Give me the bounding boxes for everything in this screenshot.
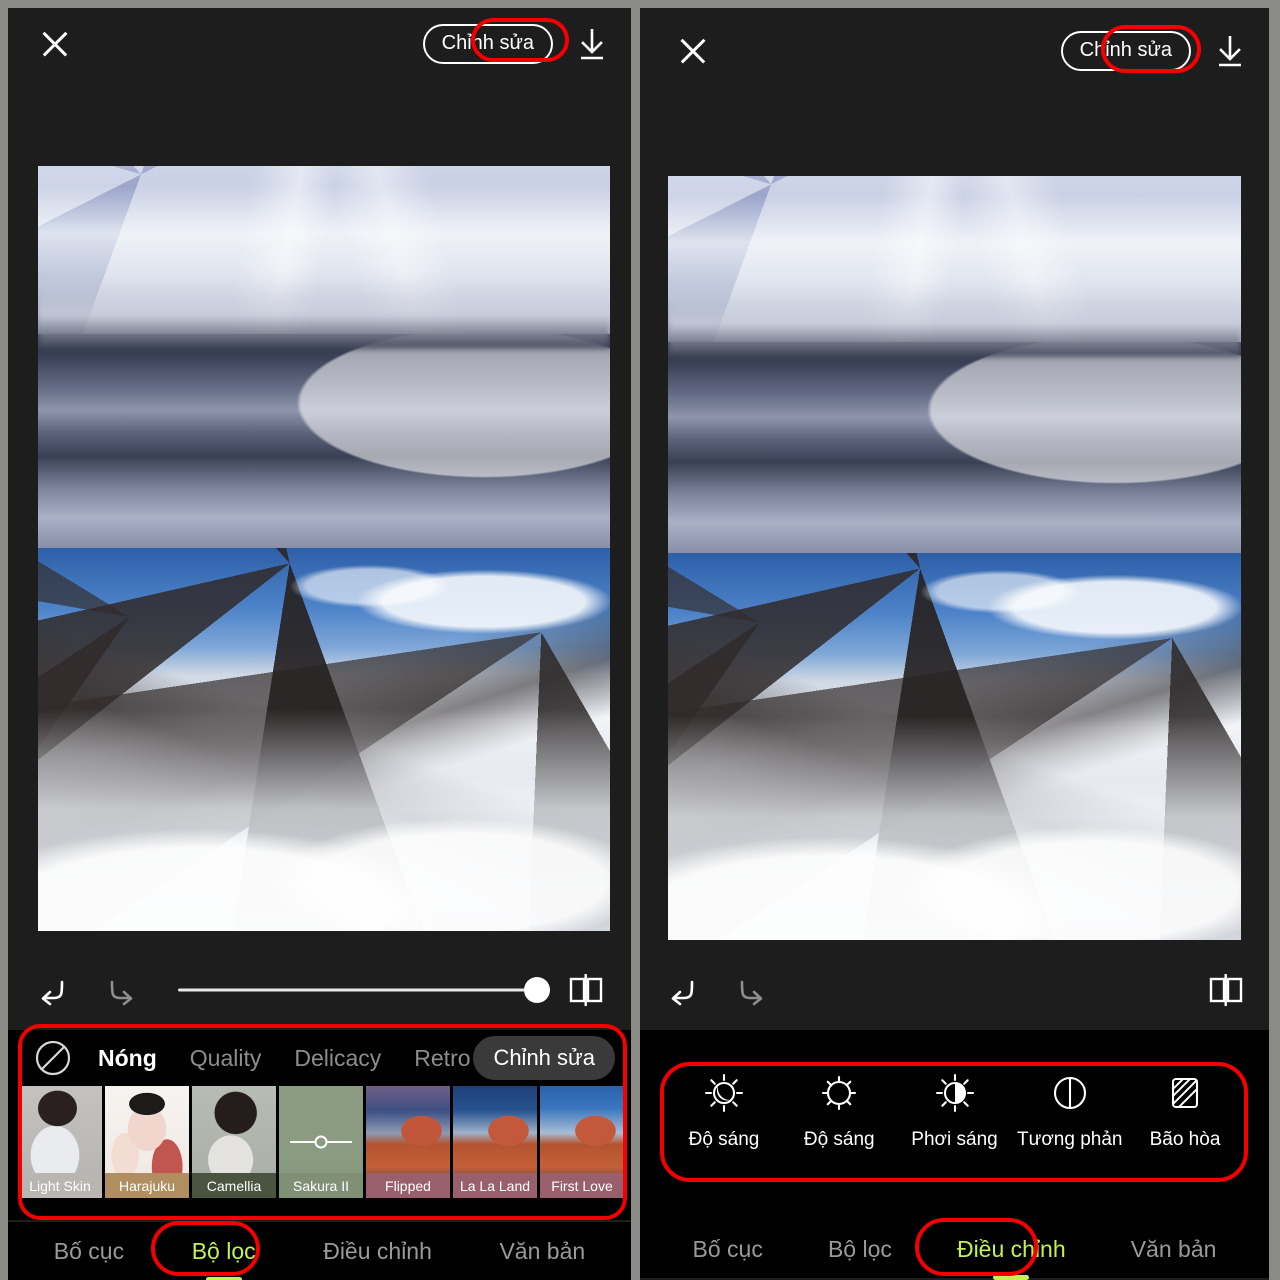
nav-tab-dieu-chinh[interactable]: Điều chỉnh <box>323 1238 432 1265</box>
preview-photo-seascape[interactable] <box>38 166 610 548</box>
saturation-icon <box>1161 1069 1209 1117</box>
nav-tab-bo-cuc[interactable]: Bố cục <box>693 1236 763 1263</box>
filter-category-quality[interactable]: Quality <box>190 1045 262 1072</box>
adjust-label: Tương phản <box>1017 1129 1123 1150</box>
right-preview-stack[interactable] <box>668 176 1241 940</box>
filter-preset-item[interactable]: Harajuku <box>105 1086 189 1198</box>
left-top-bar: Chỉnh sửa <box>8 8 631 80</box>
filter-preset-label: Light Skin <box>18 1173 102 1198</box>
filter-preset-item[interactable]: Camellia <box>192 1086 276 1198</box>
preview-photo-seascape[interactable] <box>668 176 1241 553</box>
nav-active-indicator <box>993 1274 1030 1280</box>
filter-category-row: Nóng Quality Delicacy Retro Film Chỉnh s… <box>8 1030 631 1086</box>
nav-tab-dieu-chinh[interactable]: Điều chỉnh <box>956 1235 1066 1280</box>
no-filter-icon[interactable] <box>34 1039 72 1077</box>
adjust-item-brightness-moon[interactable]: Độ sáng <box>668 1069 780 1151</box>
filter-preset-label: Harajuku <box>105 1173 189 1198</box>
filter-panel: Nóng Quality Delicacy Retro Film Chỉnh s… <box>8 1030 631 1220</box>
adjust-item-contrast[interactable]: Tương phản <box>1014 1069 1126 1151</box>
filter-preset-label: La La Land <box>453 1173 537 1198</box>
left-bottom-nav: Bố cục Bộ lọc Điều chỉnh Văn bản <box>8 1222 631 1280</box>
undo-icon[interactable] <box>32 968 76 1012</box>
redo-icon[interactable] <box>728 968 772 1012</box>
adjust-label: Phơi sáng <box>911 1129 998 1150</box>
exposure-icon <box>931 1069 979 1117</box>
filter-preset-label: Flipped <box>366 1173 450 1198</box>
left-preview-stack[interactable] <box>38 166 610 931</box>
filter-preset-item[interactable]: Flipped <box>366 1086 450 1198</box>
preview-photo-alpine[interactable] <box>668 553 1241 940</box>
filter-preset-label: Sakura II <box>279 1173 363 1198</box>
filter-preset-label: First Love <box>540 1173 624 1198</box>
screenshot-stage: Chỉnh sửa Nóng Quality Delicacy Retro Ch… <box>0 0 1280 1280</box>
compare-icon[interactable] <box>563 968 607 1012</box>
left-tool-row <box>32 960 607 1020</box>
filter-category-delicacy[interactable]: Delicacy <box>294 1045 381 1072</box>
adjust-item-exposure[interactable]: Phơi sáng <box>899 1069 1011 1151</box>
download-icon[interactable] <box>575 26 609 62</box>
filter-preset-strip[interactable]: Light Skin Harajuku Camellia Sakura II Flipp… <box>8 1086 631 1198</box>
nav-active-indicator <box>205 1276 242 1280</box>
adjust-panel: Độ sáng Độ sáng Phơi sáng Tương phản Bão… <box>640 1030 1269 1220</box>
nav-tab-van-ban[interactable]: Văn bản <box>499 1238 585 1265</box>
adjust-label: Độ sáng <box>688 1129 760 1150</box>
filter-edit-chip[interactable]: Chỉnh sửa <box>473 1036 615 1080</box>
edit-button[interactable]: Chỉnh sửa <box>1060 31 1191 71</box>
edit-button[interactable]: Chỉnh sửa <box>422 24 553 64</box>
close-icon[interactable] <box>38 27 72 61</box>
nav-tab-bo-cuc[interactable]: Bố cục <box>54 1238 124 1265</box>
compare-icon[interactable] <box>1203 968 1247 1012</box>
close-icon[interactable] <box>676 34 710 68</box>
right-tool-row <box>662 960 1247 1020</box>
adjustment-row: Độ sáng Độ sáng Phơi sáng Tương phản Bão… <box>640 1069 1269 1181</box>
nav-tab-van-ban[interactable]: Văn bản <box>1131 1236 1217 1263</box>
brightness-moon-icon <box>700 1069 748 1117</box>
adjust-item-brightness-sun[interactable]: Độ sáng <box>783 1069 895 1151</box>
right-phone-panel: Chỉnh sửa Độ sáng Độ sáng Phơi sáng Tươn… <box>640 8 1269 1280</box>
filter-preset-label: Camellia <box>192 1173 276 1198</box>
slider-thumb[interactable] <box>524 977 550 1003</box>
right-bottom-nav: Bố cục Bộ lọc Điều chỉnh Văn bản <box>640 1220 1269 1280</box>
adjust-item-saturation[interactable]: Bão hòa <box>1129 1069 1241 1151</box>
left-phone-panel: Chỉnh sửa Nóng Quality Delicacy Retro Ch… <box>8 8 631 1280</box>
slider-thumb[interactable] <box>314 1135 328 1149</box>
filter-preset-item[interactable]: La La Land <box>453 1086 537 1198</box>
intensity-slider[interactable] <box>178 977 550 1003</box>
undo-icon[interactable] <box>662 968 706 1012</box>
redo-icon[interactable] <box>98 968 142 1012</box>
adjust-label: Bão hòa <box>1149 1129 1221 1150</box>
contrast-icon <box>1046 1069 1094 1117</box>
preview-photo-alpine[interactable] <box>38 548 610 931</box>
brightness-sun-icon <box>815 1069 863 1117</box>
nav-tab-bo-loc[interactable]: Bộ lọc <box>191 1237 256 1280</box>
filter-category-nong[interactable]: Nóng <box>98 1045 157 1072</box>
filter-preset-item[interactable]: First Love <box>540 1086 624 1198</box>
right-top-bar: Chỉnh sửa <box>640 8 1269 94</box>
adjust-label: Độ sáng <box>803 1129 875 1150</box>
slider-track <box>178 988 537 992</box>
filter-preset-item[interactable]: Sakura II <box>279 1086 363 1198</box>
filter-preset-item[interactable]: Light Skin <box>18 1086 102 1198</box>
download-icon[interactable] <box>1213 33 1247 69</box>
filter-category-retro[interactable]: Retro <box>414 1045 470 1072</box>
nav-tab-bo-loc-label: Bộ lọc <box>191 1237 256 1264</box>
nav-tab-dieu-chinh-label: Điều chỉnh <box>956 1235 1066 1262</box>
nav-tab-bo-loc[interactable]: Bộ lọc <box>828 1236 892 1263</box>
preset-strength-slider[interactable] <box>290 1133 352 1151</box>
